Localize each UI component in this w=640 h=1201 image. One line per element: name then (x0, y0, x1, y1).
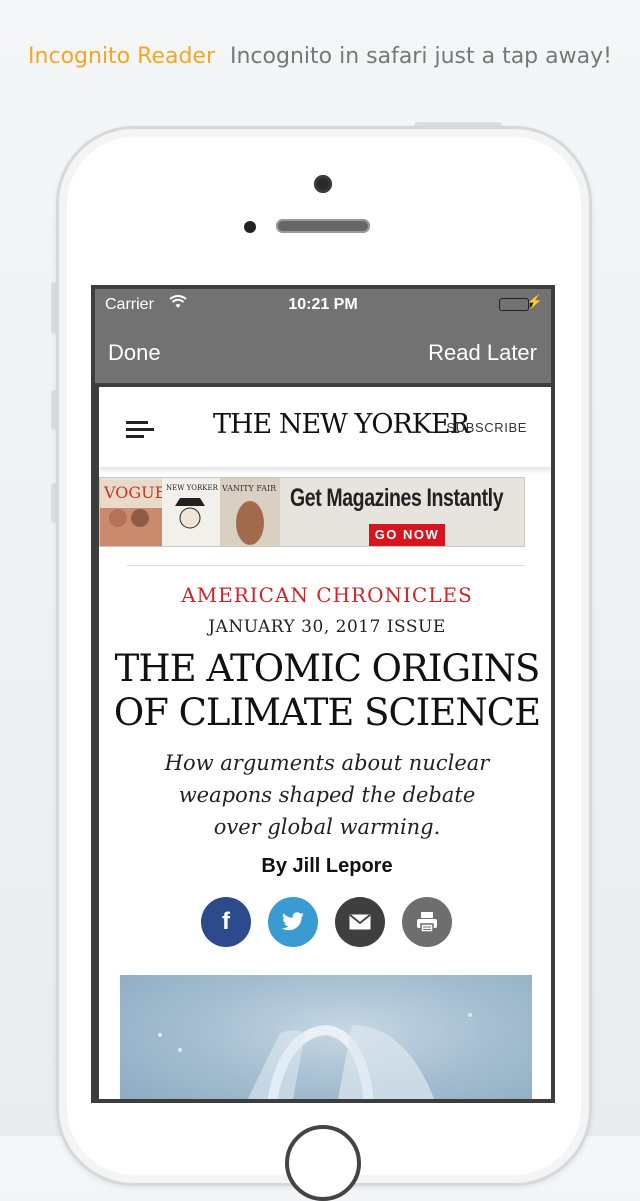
charging-icon: ⚡ (526, 294, 543, 309)
printer-icon (417, 912, 437, 933)
web-content[interactable]: THE NEW YORKER SUBSCRIBE VOGUE NEW YORKE… (99, 387, 551, 1099)
app-name: Incognito Reader (28, 44, 215, 69)
snow-radiation-symbol-image (158, 1013, 472, 1099)
article-byline[interactable]: By Jill Lepore (99, 855, 551, 878)
article-rubric[interactable]: AMERICAN CHRONICLES (99, 583, 551, 607)
email-share-button[interactable] (335, 897, 385, 947)
twitter-bird-icon (281, 912, 304, 931)
home-button (285, 1125, 361, 1201)
twitter-share-button[interactable] (268, 897, 318, 947)
status-time: 10:21 PM (288, 296, 358, 313)
subscribe-link[interactable]: SUBSCRIBE (446, 420, 527, 435)
facebook-share-button[interactable]: f (201, 897, 251, 947)
envelope-icon (349, 914, 371, 930)
status-bar: Carrier 10:21 PM ⚡ (95, 289, 551, 321)
site-header: THE NEW YORKER SUBSCRIBE (99, 387, 551, 467)
magazine-ad-banner[interactable]: VOGUE NEW YORKER VANITY FAIR Get Magazin… (99, 477, 525, 547)
hamburger-icon[interactable] (126, 421, 154, 439)
phone-screen: Carrier 10:21 PM ⚡ Done Read Later THE N… (91, 285, 555, 1103)
title-line-2: OF CLIMATE SCIENCE (113, 691, 541, 734)
article-hero-image (120, 975, 532, 1099)
article-dek: How arguments about nuclear weapons shap… (164, 751, 490, 839)
divider (127, 565, 525, 566)
reader-toolbar: Done Read Later (95, 321, 551, 383)
proximity-sensor (244, 221, 256, 233)
go-now-button[interactable]: GO NOW (369, 524, 445, 546)
tagline-text: Incognito in safari just a tap away! (230, 44, 612, 69)
magazine-covers-image: VOGUE NEW YORKER VANITY FAIR (100, 478, 280, 546)
front-camera (314, 175, 332, 193)
site-logo[interactable]: THE NEW YORKER (213, 409, 470, 440)
facebook-icon: f (222, 908, 230, 935)
earpiece-speaker (276, 219, 370, 233)
vanity-fair-cover-text: VANITY FAIR (221, 484, 277, 493)
app-tagline: Incognito Reader Incognito in safari jus… (0, 44, 640, 69)
issue-date[interactable]: JANUARY 30, 2017 ISSUE (99, 617, 551, 637)
title-line-1: THE ATOMIC ORIGINS (114, 647, 541, 690)
new-yorker-cover-text: NEW YORKER (166, 484, 219, 492)
done-button[interactable]: Done (108, 340, 161, 366)
article-title: THE ATOMIC ORIGINS OF CLIMATE SCIENCE (99, 647, 551, 735)
print-button[interactable] (402, 897, 452, 947)
ad-headline: Get Magazines Instantly (290, 484, 504, 512)
vogue-cover-text: VOGUE (103, 483, 166, 502)
read-later-button[interactable]: Read Later (428, 340, 537, 366)
battery-icon (499, 298, 533, 311)
